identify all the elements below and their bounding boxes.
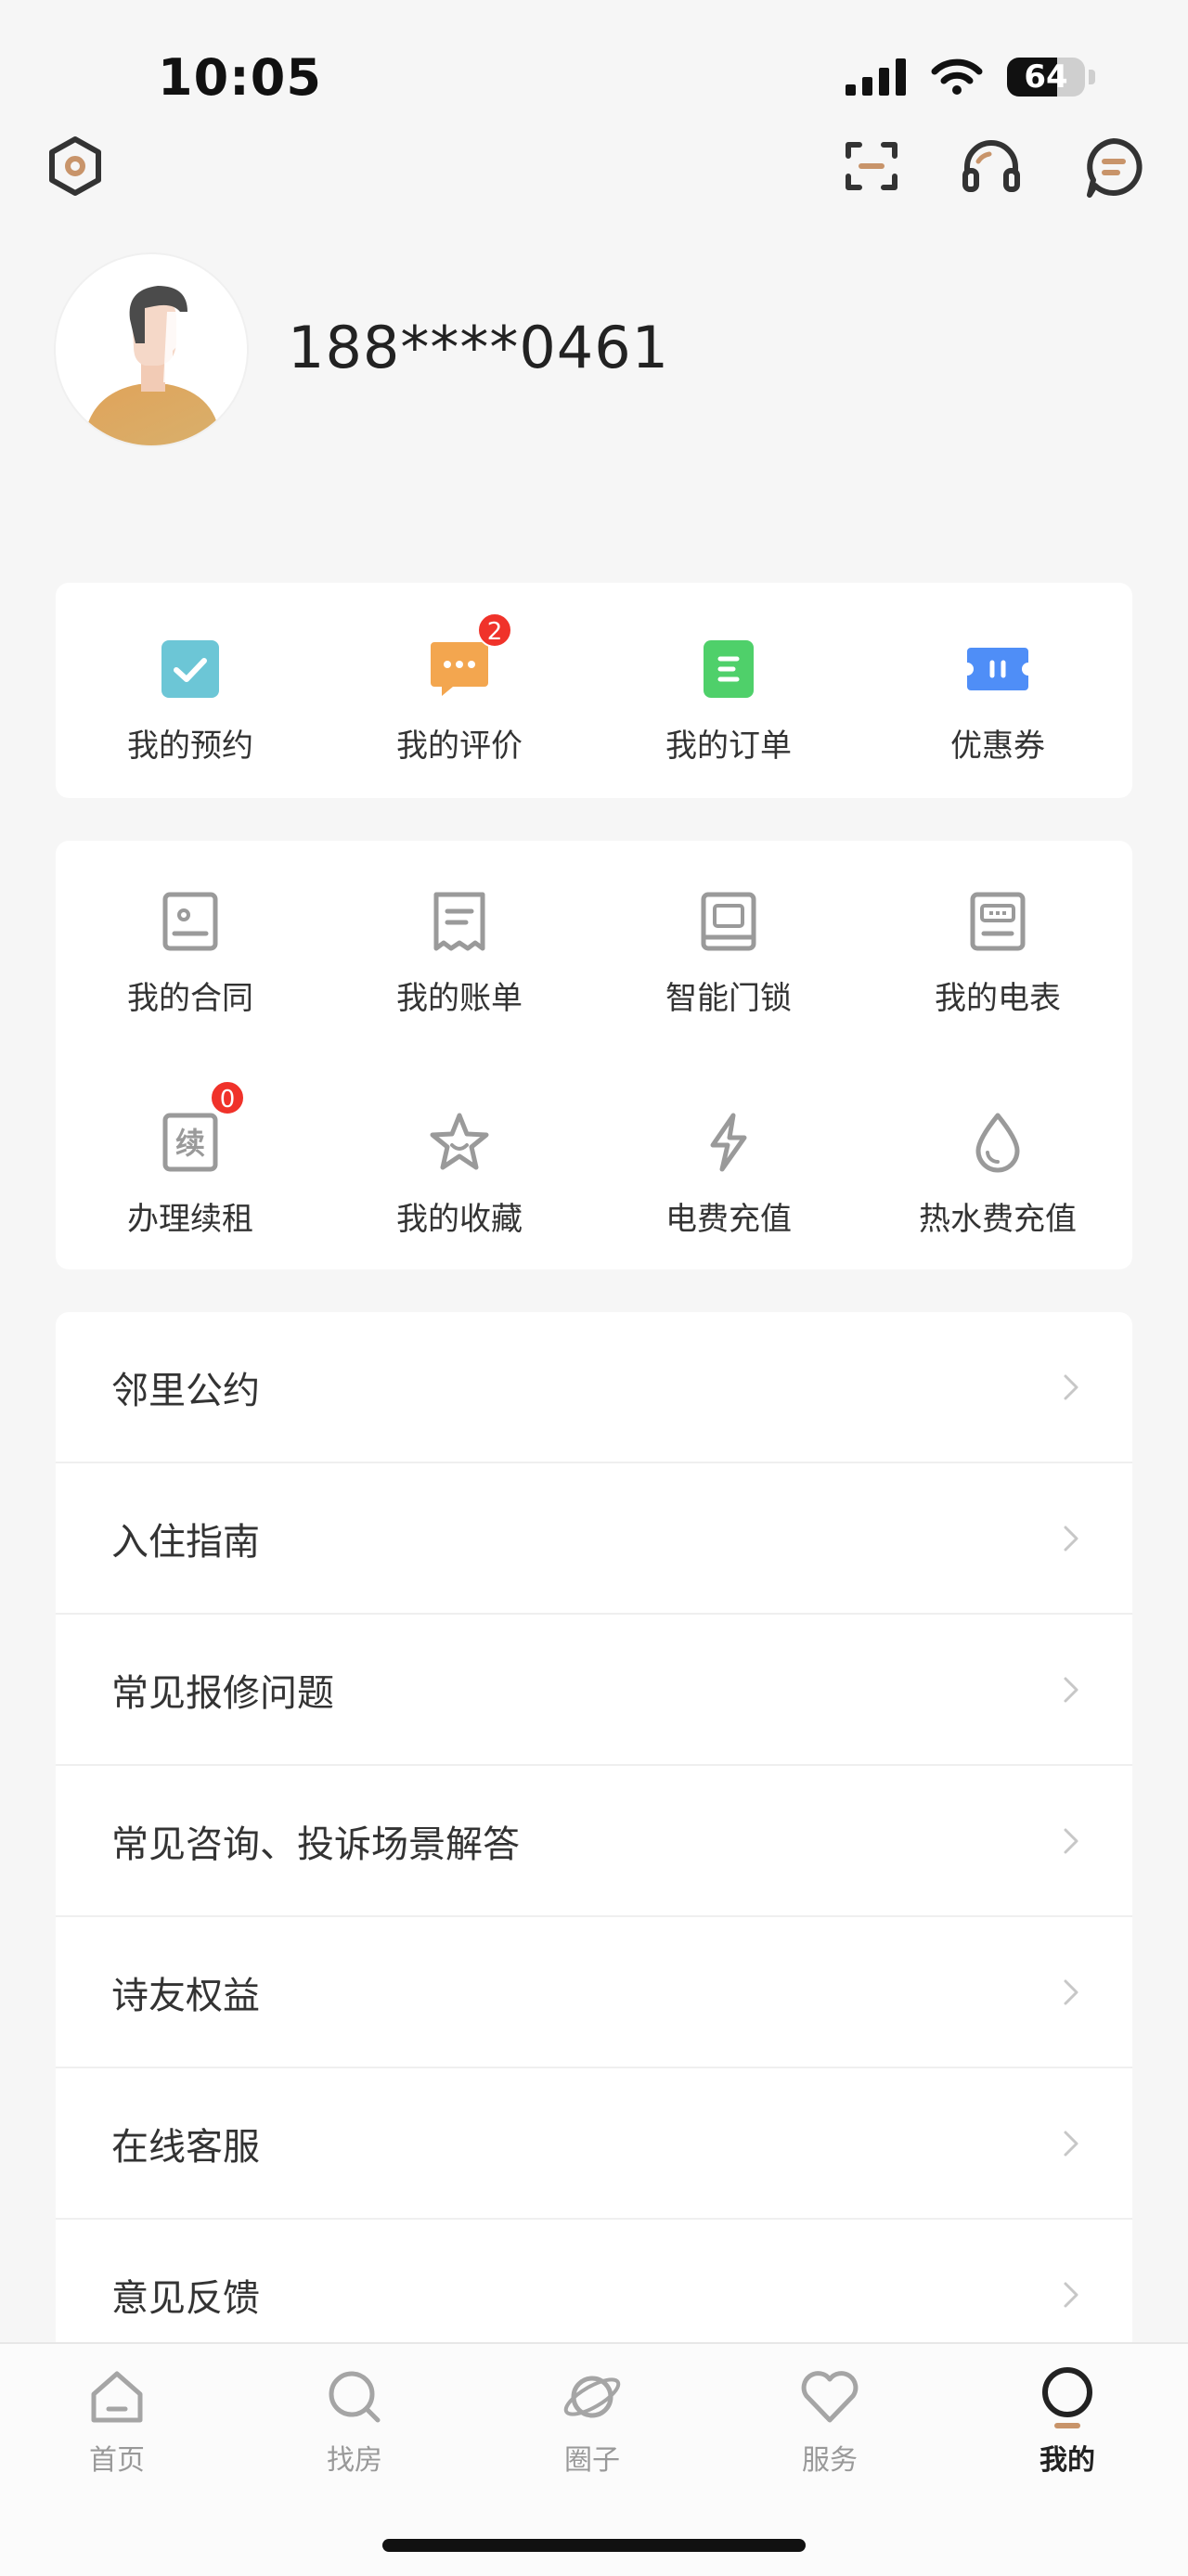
menu-item-consult-complaint-faq[interactable]: 常见咨询、投诉场景解答 (56, 1766, 1132, 1917)
service-smart-lock[interactable]: 智能门锁 (594, 880, 863, 1018)
planet-icon (563, 2376, 621, 2418)
quick-action-label: 我的评价 (396, 728, 523, 765)
tab-label: 我的 (1040, 2444, 1095, 2477)
service-electricity-recharge[interactable]: 电费充值 (594, 1101, 863, 1239)
menu-item-label: 邻里公约 (111, 1369, 260, 1412)
coupon-icon (956, 627, 1040, 711)
menu-item-neighborhood-rules[interactable]: 邻里公约 (56, 1312, 1132, 1463)
tab-label: 找房 (327, 2444, 382, 2477)
settings-hex-icon[interactable] (43, 134, 108, 202)
profile-circle-icon (1042, 2367, 1092, 2428)
chevron-right-icon (1064, 1979, 1078, 2004)
service-label: 办理续租 (127, 1201, 253, 1238)
chevron-right-icon (1064, 1374, 1078, 1399)
menu-item-repair-faq[interactable]: 常见报修问题 (56, 1615, 1132, 1766)
signal-icon (846, 58, 906, 96)
scan-icon[interactable] (839, 134, 904, 202)
menu-item-label: 意见反馈 (111, 2276, 260, 2320)
tab-services[interactable]: 服务 (755, 2364, 904, 2478)
tab-mine[interactable]: 我的 (993, 2364, 1142, 2478)
quick-action-label: 我的订单 (665, 728, 792, 765)
tab-circle[interactable]: 圈子 (518, 2364, 666, 2478)
battery-indicator: 64 (1007, 58, 1085, 97)
chevron-right-icon (1064, 2131, 1078, 2156)
tab-home[interactable]: 首页 (43, 2364, 191, 2478)
battery-cap (1089, 70, 1095, 84)
menu-item-label: 诗友权益 (111, 1974, 260, 2017)
service-label: 我的电表 (935, 980, 1061, 1017)
wifi-icon (931, 58, 983, 95)
chevron-right-icon (1064, 2282, 1078, 2307)
avatar[interactable] (54, 252, 249, 447)
tab-label: 首页 (89, 2444, 145, 2477)
service-label: 我的合同 (127, 980, 253, 1017)
renew-lease-badge: 0 (210, 1080, 245, 1115)
services-card: 我的合同 我的账单 智能门锁 我的电表 续 0 办理续租 我的收藏 电费充值 热… (56, 841, 1132, 1269)
menu-item-label: 常见报修问题 (111, 1671, 334, 1715)
order-icon (687, 627, 770, 711)
quick-action-order[interactable]: 我的订单 (594, 627, 863, 766)
status-time: 10:05 (158, 48, 322, 107)
service-label: 热水费充值 (919, 1201, 1077, 1238)
menu-list: 邻里公约 入住指南 常见报修问题 常见咨询、投诉场景解答 诗友权益 在线客服 意… (56, 1312, 1132, 2371)
menu-item-move-in-guide[interactable]: 入住指南 (56, 1463, 1132, 1615)
search-icon (329, 2371, 381, 2423)
chevron-right-icon (1064, 1677, 1078, 1702)
service-label: 电费充值 (665, 1201, 792, 1238)
home-indicator (382, 2539, 806, 2552)
service-hot-water-recharge[interactable]: 热水费充值 (863, 1101, 1132, 1239)
menu-item-label: 入住指南 (111, 1520, 260, 1564)
headset-icon[interactable] (958, 134, 1025, 202)
service-contract[interactable]: 我的合同 (56, 880, 325, 1018)
review-icon: 2 (418, 612, 512, 711)
menu-item-label: 在线客服 (111, 2125, 260, 2169)
favorite-star-icon (418, 1101, 501, 1184)
quick-actions-card: 我的预约 2 我的评价 我的订单 优惠券 (56, 583, 1132, 798)
service-bill[interactable]: 我的账单 (325, 880, 594, 1018)
service-label: 智能门锁 (665, 980, 792, 1017)
message-icon[interactable] (1080, 134, 1147, 204)
heart-icon (801, 2371, 859, 2423)
renew-lease-glyph: 续 (175, 1126, 205, 1161)
smart-lock-icon (687, 880, 770, 963)
service-renew-lease[interactable]: 续 0 办理续租 (56, 1080, 325, 1239)
quick-action-label: 优惠券 (950, 728, 1045, 765)
contract-icon (148, 880, 232, 963)
quick-action-coupon[interactable]: 优惠券 (863, 627, 1132, 766)
menu-item-member-benefits[interactable]: 诗友权益 (56, 1917, 1132, 2068)
menu-item-label: 常见咨询、投诉场景解答 (111, 1823, 520, 1866)
review-badge: 2 (477, 612, 512, 648)
tab-label: 圈子 (564, 2444, 620, 2477)
quick-action-appointment[interactable]: 我的预约 (56, 627, 325, 766)
renew-lease-icon: 续 0 (148, 1080, 245, 1184)
electric-meter-icon (956, 880, 1040, 963)
quick-action-review[interactable]: 2 我的评价 (325, 612, 594, 766)
chevron-right-icon (1064, 1526, 1078, 1551)
battery-level: 64 (1024, 58, 1068, 96)
menu-item-online-support[interactable]: 在线客服 (56, 2068, 1132, 2220)
lightning-icon (687, 1101, 770, 1184)
quick-action-label: 我的预约 (127, 728, 253, 765)
home-icon (91, 2371, 143, 2423)
service-label: 我的账单 (396, 980, 523, 1017)
status-indicators: 64 (846, 58, 1095, 97)
service-electric-meter[interactable]: 我的电表 (863, 880, 1132, 1018)
bill-icon (418, 880, 501, 963)
tab-label: 服务 (802, 2444, 858, 2477)
service-label: 我的收藏 (396, 1201, 523, 1238)
service-favorites[interactable]: 我的收藏 (325, 1101, 594, 1239)
water-drop-icon (956, 1101, 1040, 1184)
user-phone[interactable]: 188****0461 (288, 314, 669, 381)
appointment-icon (148, 627, 232, 711)
chevron-right-icon (1064, 1828, 1078, 1853)
tab-find-room[interactable]: 找房 (280, 2364, 429, 2478)
